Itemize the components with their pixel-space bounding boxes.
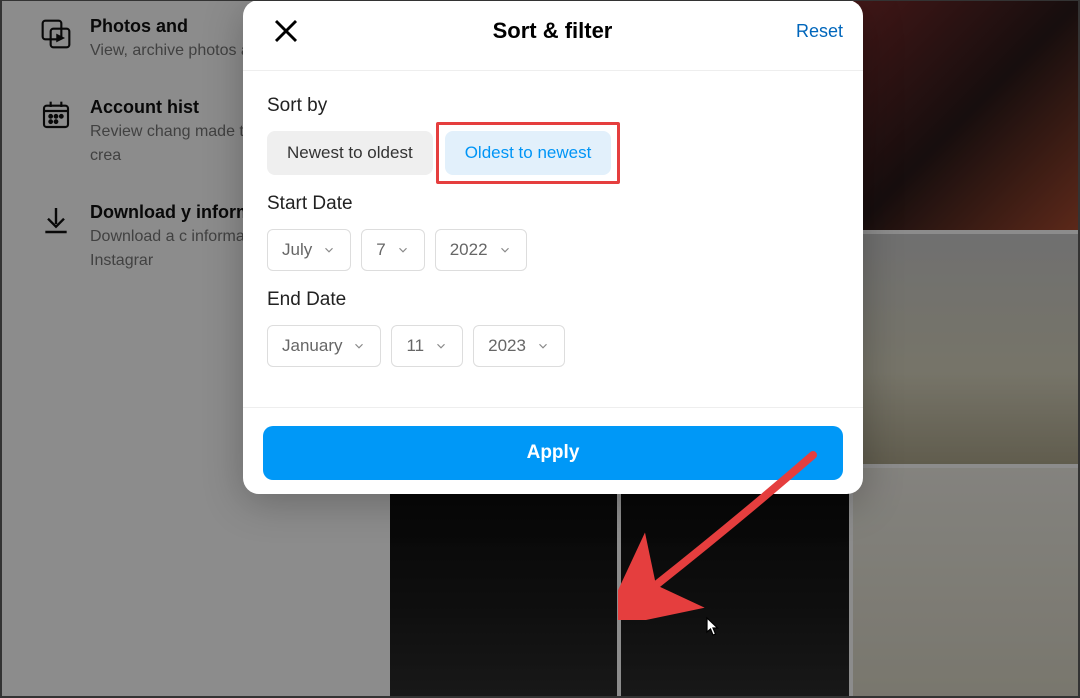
start-month-select[interactable]: July bbox=[267, 229, 351, 271]
modal-body: Sort by Newest to oldest Oldest to newes… bbox=[243, 71, 863, 385]
end-date-label: End Date bbox=[267, 289, 839, 311]
sort-newest-to-oldest[interactable]: Newest to oldest bbox=[267, 131, 433, 175]
modal-header: Sort & filter Reset bbox=[243, 0, 863, 71]
select-value: 2022 bbox=[450, 240, 488, 260]
sort-oldest-to-newest[interactable]: Oldest to newest bbox=[445, 131, 612, 175]
start-day-select[interactable]: 7 bbox=[361, 229, 424, 271]
modal-footer: Apply bbox=[243, 407, 863, 482]
annotation-highlight: Oldest to newest bbox=[436, 122, 621, 184]
select-value: July bbox=[282, 240, 312, 260]
close-icon bbox=[271, 16, 301, 46]
sort-filter-modal: Sort & filter Reset Sort by Newest to ol… bbox=[243, 0, 863, 494]
end-month-select[interactable]: January bbox=[267, 325, 381, 367]
chevron-down-icon bbox=[434, 339, 448, 353]
chevron-down-icon bbox=[498, 243, 512, 257]
select-value: 11 bbox=[406, 336, 424, 356]
chevron-down-icon bbox=[396, 243, 410, 257]
start-date-label: Start Date bbox=[267, 193, 839, 215]
apply-button[interactable]: Apply bbox=[263, 426, 843, 480]
close-button[interactable] bbox=[263, 8, 309, 54]
start-year-select[interactable]: 2022 bbox=[435, 229, 527, 271]
modal-title: Sort & filter bbox=[309, 18, 796, 44]
select-value: January bbox=[282, 336, 342, 356]
end-day-select[interactable]: 11 bbox=[391, 325, 463, 367]
chevron-down-icon bbox=[352, 339, 366, 353]
end-year-select[interactable]: 2023 bbox=[473, 325, 565, 367]
chevron-down-icon bbox=[322, 243, 336, 257]
sort-by-label: Sort by bbox=[267, 95, 839, 117]
reset-button[interactable]: Reset bbox=[796, 21, 843, 42]
select-value: 7 bbox=[376, 240, 385, 260]
chevron-down-icon bbox=[536, 339, 550, 353]
select-value: 2023 bbox=[488, 336, 526, 356]
